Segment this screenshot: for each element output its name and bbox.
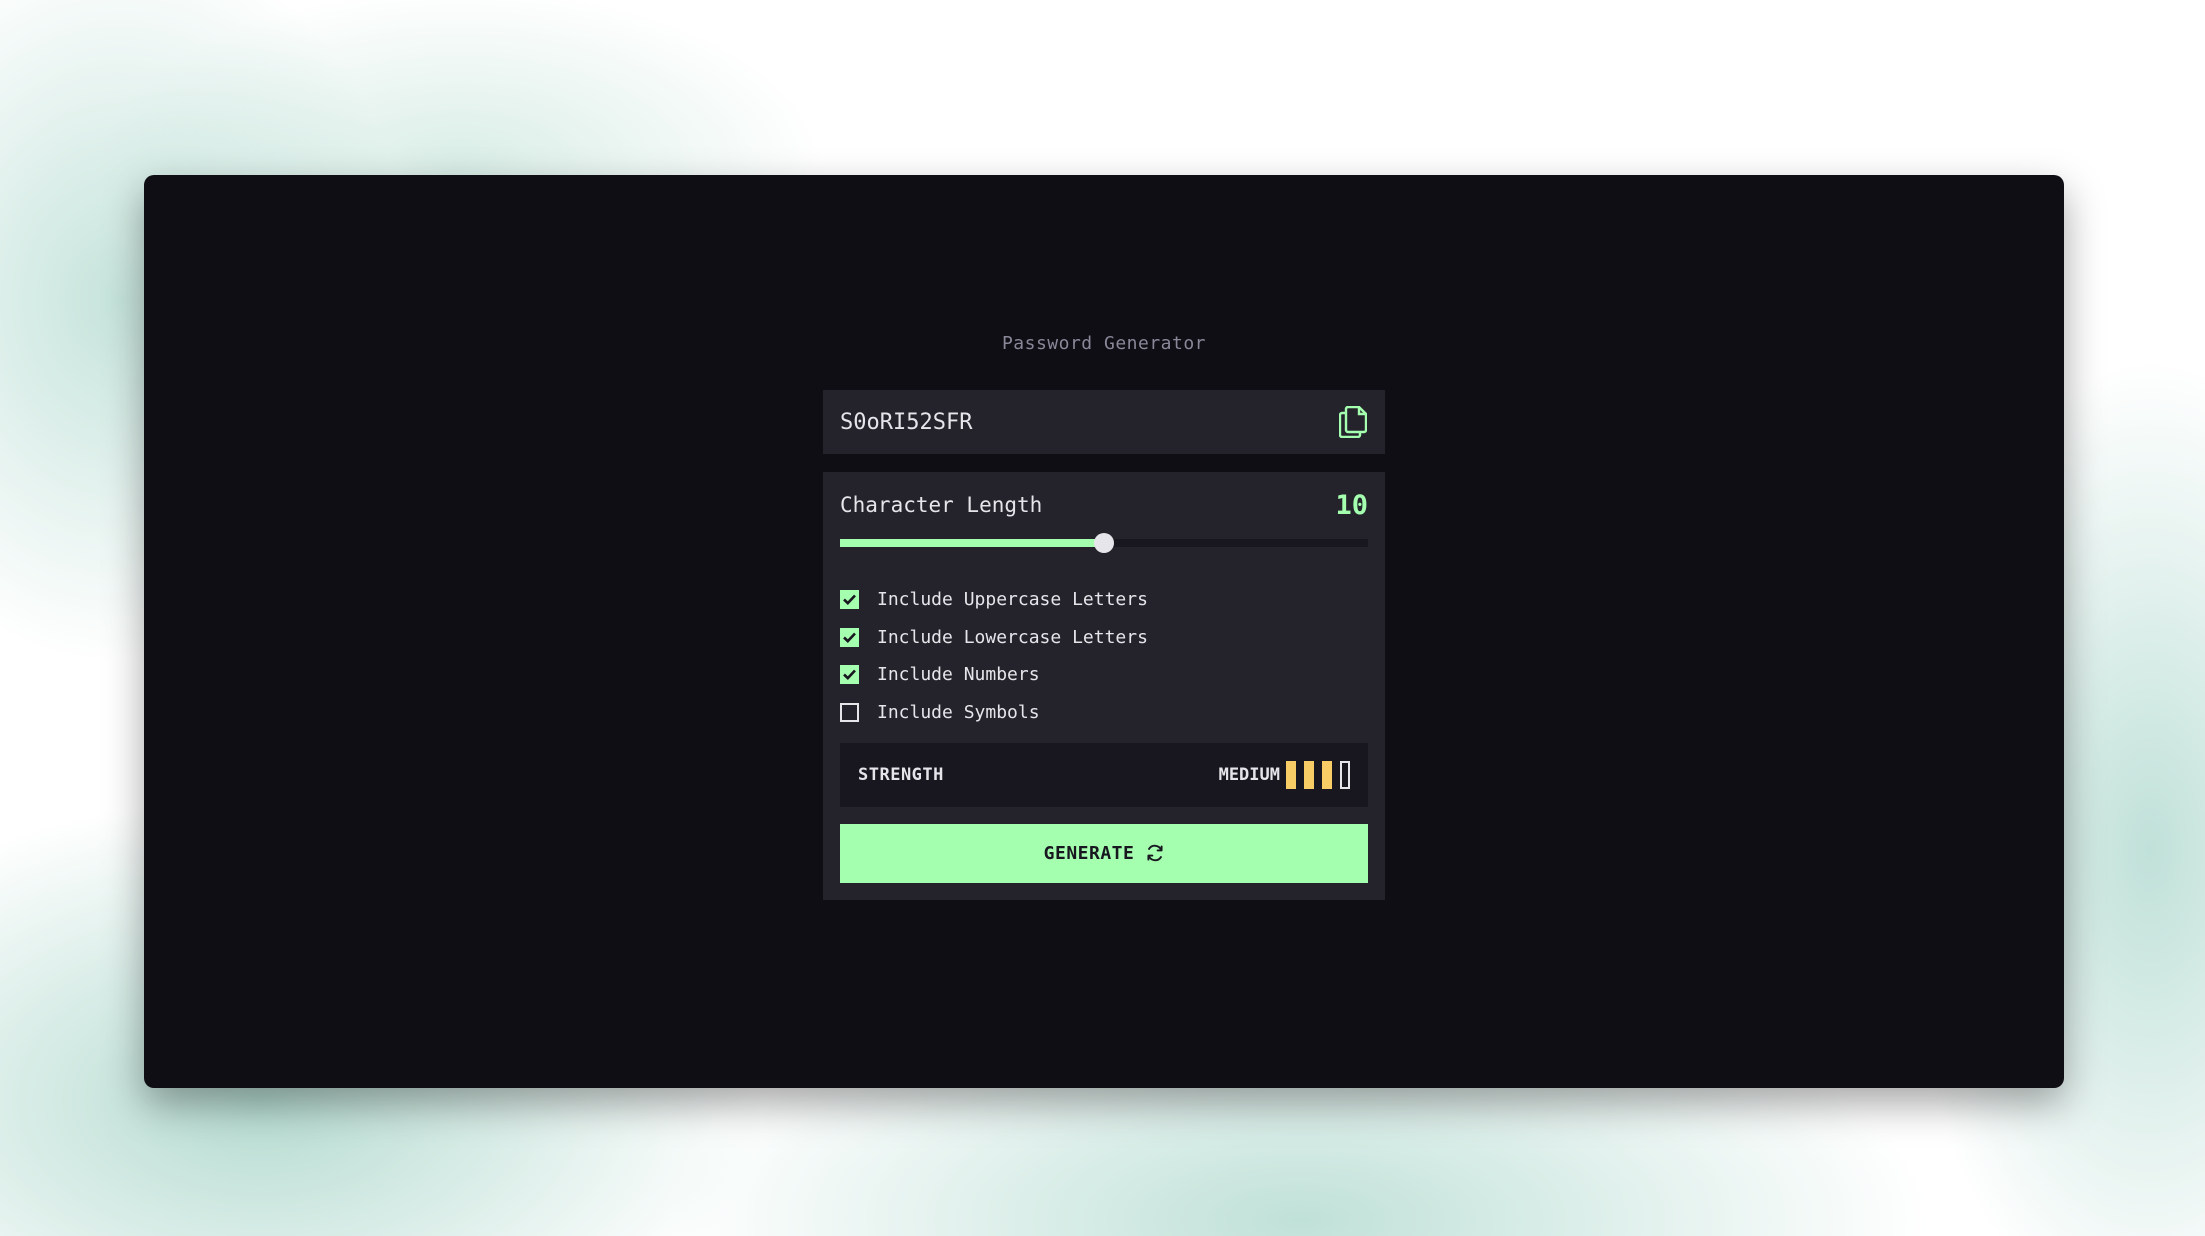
strength-indicator: MEDIUM (1218, 760, 1350, 789)
settings-card: Character Length 10 Include Uppercase Le… (823, 472, 1385, 900)
length-label: Character Length (840, 493, 1043, 517)
checkbox-uppercase[interactable] (840, 590, 859, 609)
options-list: Include Uppercase Letters Include Lowerc… (840, 586, 1368, 726)
generate-button[interactable]: GENERATE (840, 823, 1368, 883)
strength-bars (1286, 760, 1350, 789)
strength-value: MEDIUM (1218, 764, 1280, 785)
strength-bar (1286, 760, 1296, 789)
app-window: Password Generator S0oRI52SFR Character … (144, 175, 2064, 1088)
app-title: Password Generator (1001, 333, 1207, 354)
option-symbols[interactable]: Include Symbols (840, 699, 1368, 726)
length-row: Character Length 10 (840, 489, 1368, 521)
option-label: Include Symbols (877, 701, 1040, 723)
refresh-icon (1147, 844, 1163, 862)
checkbox-numbers[interactable] (840, 665, 859, 684)
strength-label: STRENGTH (858, 764, 944, 785)
copy-icon (1339, 406, 1367, 438)
checkbox-lowercase[interactable] (840, 627, 859, 647)
generate-label: GENERATE (1043, 842, 1135, 864)
check-icon (843, 594, 856, 605)
option-uppercase[interactable]: Include Uppercase Letters (840, 586, 1368, 613)
checkbox-symbols[interactable] (840, 702, 859, 722)
option-label: Include Numbers (877, 664, 1040, 685)
check-icon (843, 669, 856, 680)
strength-bar (1322, 760, 1332, 789)
slider-thumb[interactable] (1094, 533, 1114, 553)
option-label: Include Uppercase Letters (877, 589, 1148, 610)
option-label: Include Lowercase Letters (877, 626, 1148, 648)
strength-meter: STRENGTH MEDIUM (840, 742, 1368, 807)
password-output: S0oRI52SFR (823, 390, 1385, 454)
check-icon (843, 632, 856, 643)
option-numbers[interactable]: Include Numbers (840, 661, 1368, 688)
length-value: 10 (1335, 489, 1368, 521)
password-text: S0oRI52SFR (840, 409, 973, 435)
strength-bar (1304, 760, 1314, 789)
option-lowercase[interactable]: Include Lowercase Letters (840, 624, 1368, 651)
copy-button[interactable] (1338, 406, 1368, 438)
length-slider[interactable] (840, 533, 1368, 553)
strength-bar (1340, 760, 1350, 789)
password-generator: Password Generator S0oRI52SFR Character … (823, 333, 1385, 900)
slider-fill (840, 539, 1104, 547)
